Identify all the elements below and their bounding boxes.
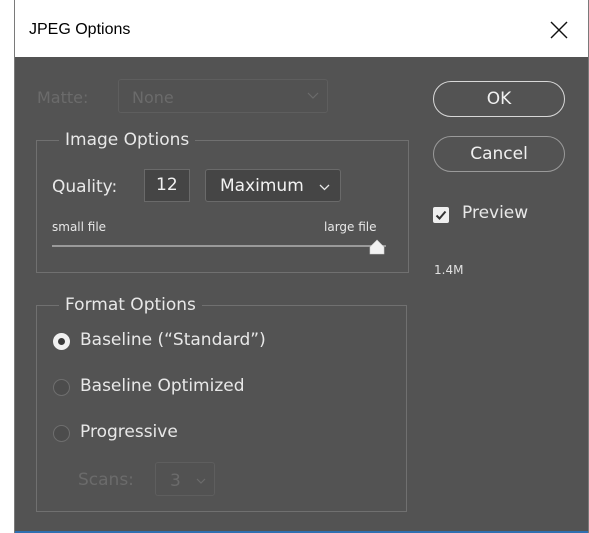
baseline-optimized-radio[interactable] bbox=[53, 379, 70, 396]
progressive-label[interactable]: Progressive bbox=[80, 422, 178, 442]
preview-label[interactable]: Preview bbox=[462, 203, 528, 223]
scans-select: 3 bbox=[155, 462, 215, 496]
window-title: JPEG Options bbox=[29, 21, 131, 38]
quality-preset-select[interactable]: Maximum bbox=[205, 169, 341, 202]
quality-slider[interactable] bbox=[52, 245, 386, 247]
title-bar: JPEG Options bbox=[15, 0, 588, 57]
chevron-down-icon bbox=[307, 92, 319, 99]
slider-min-label: small file bbox=[52, 220, 107, 234]
baseline-standard-radio[interactable] bbox=[53, 333, 70, 350]
checkmark-icon bbox=[435, 210, 447, 220]
scans-value: 3 bbox=[170, 471, 181, 491]
format-options-title: Format Options bbox=[65, 295, 196, 315]
progressive-radio[interactable] bbox=[53, 425, 70, 442]
ok-button[interactable]: OK bbox=[433, 81, 565, 117]
scans-label: Scans: bbox=[78, 470, 134, 490]
matte-value: None bbox=[132, 88, 174, 107]
close-icon bbox=[550, 21, 568, 39]
chevron-down-icon bbox=[196, 478, 206, 484]
quality-label: Quality: bbox=[52, 177, 118, 197]
cancel-button[interactable]: Cancel bbox=[433, 136, 565, 172]
chevron-down-icon bbox=[319, 184, 330, 191]
file-size-text: 1.4M bbox=[434, 263, 464, 277]
slider-max-label: large file bbox=[324, 220, 377, 234]
close-button[interactable] bbox=[541, 12, 577, 48]
preview-checkbox[interactable] bbox=[433, 207, 449, 223]
baseline-optimized-label[interactable]: Baseline Optimized bbox=[80, 376, 245, 396]
baseline-standard-label[interactable]: Baseline (“Standard”) bbox=[80, 330, 266, 350]
dialog-content: Matte: None Image Options Quality: 12 Ma… bbox=[15, 57, 588, 533]
matte-select: None bbox=[118, 79, 328, 113]
quality-preset-value: Maximum bbox=[220, 176, 304, 196]
matte-label: Matte: bbox=[37, 88, 89, 107]
quality-input[interactable]: 12 bbox=[144, 169, 190, 202]
slider-thumb-icon[interactable] bbox=[369, 239, 385, 255]
jpeg-options-dialog: JPEG Options Matte: None Image Options Q… bbox=[14, 0, 589, 533]
image-options-title: Image Options bbox=[65, 130, 190, 150]
